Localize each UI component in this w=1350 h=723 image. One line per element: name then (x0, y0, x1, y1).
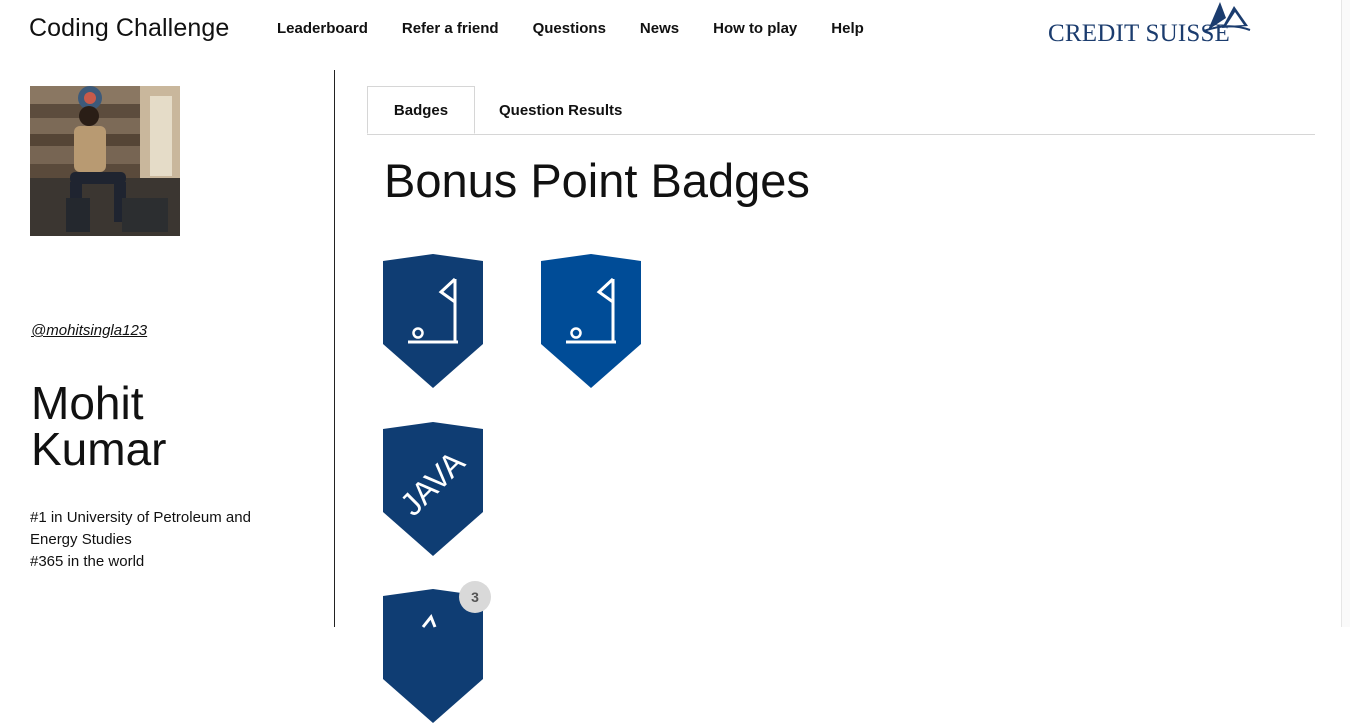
nav-leaderboard[interactable]: Leaderboard (277, 20, 368, 37)
golf-flag-icon (383, 254, 483, 388)
nav-help[interactable]: Help (831, 20, 864, 37)
nav-how-to-play[interactable]: How to play (713, 20, 797, 37)
tab-question-results[interactable]: Question Results (499, 86, 622, 134)
profile-photo (30, 86, 180, 236)
golf-badge-2[interactable] (541, 254, 641, 388)
nav-questions[interactable]: Questions (533, 20, 606, 37)
nav-news[interactable]: News (640, 20, 679, 37)
user-handle-link[interactable]: @mohitsingla123 (31, 322, 147, 339)
java-icon: JAVA (383, 422, 483, 556)
user-name: Mohit Kumar (31, 377, 167, 475)
page-scrollbar[interactable] (1341, 0, 1350, 627)
badge-with-count[interactable]: 3 (383, 581, 491, 723)
badge-count: 3 (459, 581, 491, 613)
nav-refer-a-friend[interactable]: Refer a friend (402, 20, 499, 37)
logo-text: CREDIT SUISSE (1048, 20, 1231, 47)
golf-flag-icon (541, 254, 641, 388)
university-rank: #1 in University of Petroleum and Energy… (30, 509, 251, 548)
sidebar-divider (334, 70, 335, 627)
user-ranking: #1 in University of Petroleum and Energy… (30, 507, 290, 573)
golf-badge[interactable] (383, 254, 483, 388)
sails-logo-icon (1204, 2, 1251, 32)
tab-badges[interactable]: Badges (367, 86, 475, 134)
section-title: Bonus Point Badges (384, 154, 810, 207)
world-rank: #365 in the world (30, 553, 145, 570)
avatar (30, 86, 180, 236)
profile-tabs: Badges Question Results (367, 86, 1315, 135)
credit-suisse-logo[interactable]: CREDIT SUISSE (1048, 0, 1258, 50)
main-nav: Leaderboard Refer a friend Questions New… (277, 20, 898, 37)
java-badge[interactable]: JAVA (383, 422, 483, 556)
site-title[interactable]: Coding Challenge (29, 14, 229, 43)
